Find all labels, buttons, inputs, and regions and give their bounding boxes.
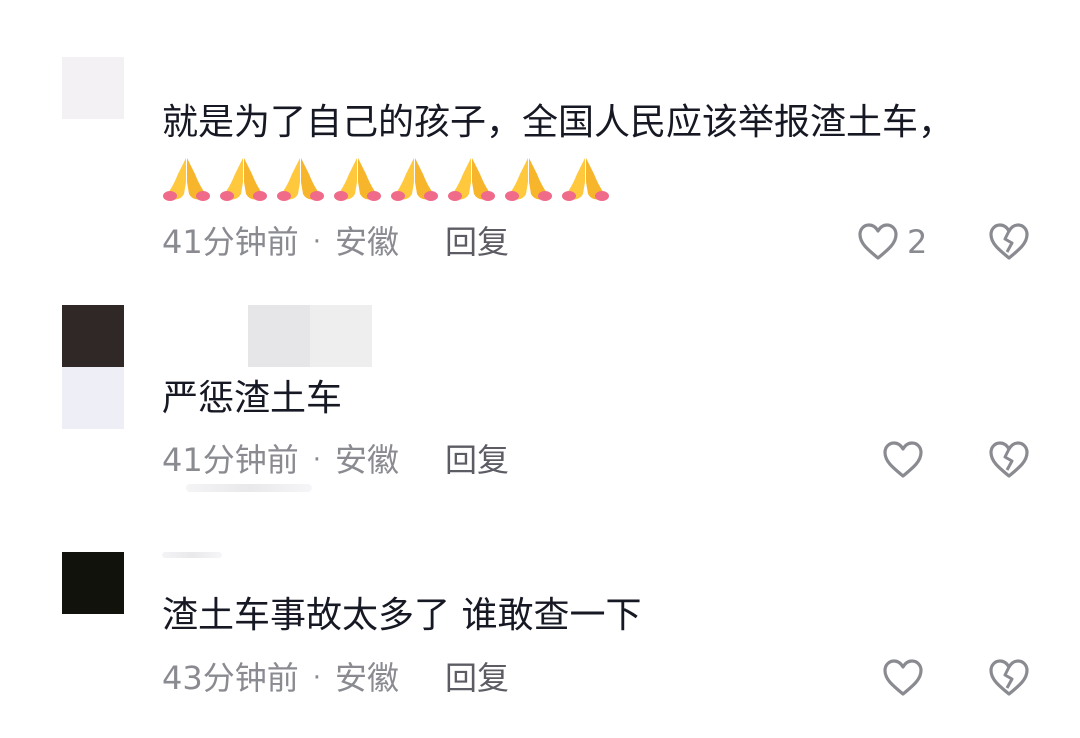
meta-separator: ·: [312, 445, 321, 475]
folded-hands-emoji: [334, 158, 381, 201]
comment-location: 安徽: [335, 223, 400, 261]
comment-location: 安徽: [335, 441, 400, 479]
username-blur: [248, 305, 310, 367]
blur-strip: [162, 552, 222, 558]
comment-time: 41分钟前: [162, 441, 299, 479]
folded-hands-emoji: [220, 158, 267, 201]
folded-hands-emoji: [505, 158, 552, 201]
blur-strip: [186, 484, 312, 492]
username-blur: [310, 305, 372, 367]
comment-meta: 41分钟前 · 安徽 回复: [162, 440, 509, 480]
username[interactable]: [186, 305, 248, 367]
comment-item: 就是为了自己的孩子，全国人民应该举报渣土车， 41分钟前 · 安徽 回复 2: [0, 0, 1080, 300]
comment-meta: 41分钟前 · 安徽 回复: [162, 222, 509, 262]
comment-text: 就是为了自己的孩子，全国人民应该举报渣土车，: [162, 102, 955, 143]
comment-item: 渣土车事故太多了 谁敢查一下 43分钟前 · 安徽 回复: [0, 530, 1080, 738]
folded-hands-emoji: [391, 158, 438, 201]
heart-outline-icon: [883, 441, 923, 478]
reply-button[interactable]: 回复: [445, 440, 509, 480]
like-button[interactable]: 2: [857, 222, 927, 262]
comment-text: 渣土车事故太多了 谁敢查一下: [162, 595, 642, 636]
folded-hands-emoji: [163, 158, 210, 201]
broken-heart-icon[interactable]: [988, 222, 1030, 262]
comment-location: 安徽: [335, 659, 400, 697]
meta-separator: ·: [312, 227, 321, 257]
comment-item: 严惩渣土车 41分钟前 · 安徽 回复: [0, 300, 1080, 530]
reply-button[interactable]: 回复: [445, 658, 509, 698]
comment-time: 41分钟前: [162, 223, 299, 261]
like-button[interactable]: [882, 440, 932, 480]
avatar[interactable]: [62, 57, 124, 119]
heart-outline-icon: [858, 223, 898, 260]
folded-hands-emoji: [448, 158, 495, 201]
comment-time: 43分钟前: [162, 659, 299, 697]
comment-meta: 43分钟前 · 安徽 回复: [162, 658, 509, 698]
reply-button[interactable]: 回复: [445, 222, 509, 262]
like-button[interactable]: [882, 658, 932, 698]
avatar[interactable]: [62, 552, 124, 614]
avatar[interactable]: [62, 305, 124, 429]
emoji-row: [160, 152, 612, 202]
heart-outline-icon: [883, 659, 923, 696]
comment-text: 严惩渣土车: [162, 378, 343, 419]
like-count: 2: [907, 223, 928, 261]
broken-heart-icon[interactable]: [988, 440, 1030, 480]
folded-hands-emoji: [562, 158, 609, 201]
folded-hands-emoji: [277, 158, 324, 201]
broken-heart-icon[interactable]: [988, 658, 1030, 698]
meta-separator: ·: [312, 663, 321, 693]
